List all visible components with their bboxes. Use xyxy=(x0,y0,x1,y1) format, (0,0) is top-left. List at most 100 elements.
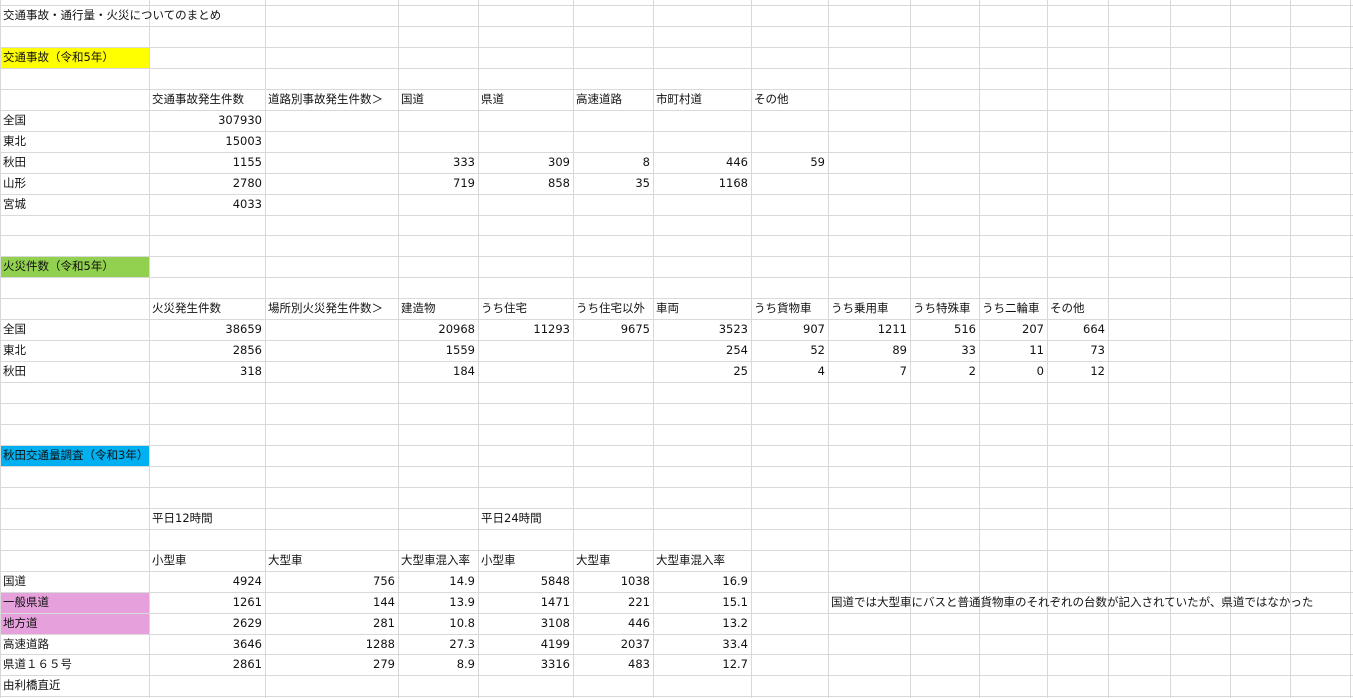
column-header[interactable]: 車両 xyxy=(653,298,751,319)
column-header[interactable]: 大型車混入率 xyxy=(398,550,478,571)
spreadsheet-grid[interactable]: 交通事故・通行量・火災についてのまとめ 交通事故（令和5年） 交通事故発生件数 道路別… xyxy=(0,0,1353,698)
data-cell[interactable]: 33 xyxy=(910,340,979,361)
data-cell[interactable]: 221 xyxy=(573,592,653,613)
data-cell[interactable]: 8.9 xyxy=(398,654,478,675)
row-label[interactable]: 秋田 xyxy=(0,152,149,173)
data-cell[interactable]: 15.1 xyxy=(653,592,751,613)
data-cell[interactable]: 35 xyxy=(573,173,653,194)
data-cell[interactable]: 333 xyxy=(398,152,478,173)
data-cell[interactable]: 1168 xyxy=(653,173,751,194)
column-header[interactable]: 交通事故発生件数 xyxy=(149,89,265,110)
row-label[interactable]: 由利橋直近 xyxy=(0,675,149,696)
data-cell[interactable]: 281 xyxy=(265,613,398,634)
column-header[interactable]: うち住宅 xyxy=(478,298,573,319)
row-label[interactable]: 全国 xyxy=(0,319,149,340)
data-cell[interactable]: 309 xyxy=(478,152,573,173)
column-header[interactable]: 国道 xyxy=(398,89,478,110)
row-label[interactable]: 高速道路 xyxy=(0,634,149,655)
column-header[interactable]: うち住宅以外 xyxy=(573,298,653,319)
data-cell[interactable]: 11 xyxy=(979,340,1047,361)
data-cell[interactable]: 14.9 xyxy=(398,571,478,592)
section-heading[interactable]: 火災件数（令和5年） xyxy=(0,256,149,277)
data-cell[interactable]: 279 xyxy=(265,654,398,675)
data-cell[interactable]: 5848 xyxy=(478,571,573,592)
column-header[interactable]: 市町村道 xyxy=(653,89,751,110)
data-cell[interactable]: 2629 xyxy=(149,613,265,634)
data-cell[interactable]: 318 xyxy=(149,361,265,382)
data-cell[interactable]: 719 xyxy=(398,173,478,194)
data-cell[interactable]: 516 xyxy=(910,319,979,340)
data-cell[interactable]: 4924 xyxy=(149,571,265,592)
column-header[interactable]: 道路別事故発生件数＞ xyxy=(265,89,398,110)
column-header[interactable]: 小型車 xyxy=(478,550,573,571)
column-header[interactable]: うち二輪車 xyxy=(979,298,1047,319)
row-label[interactable]: 一般県道 xyxy=(0,592,149,613)
row-label[interactable]: 宮城 xyxy=(0,194,149,215)
data-cell[interactable]: 0 xyxy=(979,361,1047,382)
data-cell[interactable]: 16.9 xyxy=(653,571,751,592)
data-cell[interactable]: 2780 xyxy=(149,173,265,194)
column-header[interactable]: 建造物 xyxy=(398,298,478,319)
data-cell[interactable]: 483 xyxy=(573,654,653,675)
column-header[interactable]: 小型車 xyxy=(149,550,265,571)
data-cell[interactable]: 73 xyxy=(1047,340,1108,361)
data-cell[interactable]: 907 xyxy=(751,319,828,340)
data-cell[interactable]: 25 xyxy=(653,361,751,382)
data-cell[interactable]: 3523 xyxy=(653,319,751,340)
data-cell[interactable]: 59 xyxy=(751,152,828,173)
data-cell[interactable]: 38659 xyxy=(149,319,265,340)
data-cell[interactable]: 1288 xyxy=(265,634,398,655)
column-header[interactable]: うち貨物車 xyxy=(751,298,828,319)
row-label[interactable]: 東北 xyxy=(0,131,149,152)
column-header[interactable]: うち乗用車 xyxy=(828,298,910,319)
data-cell[interactable]: 11293 xyxy=(478,319,573,340)
data-cell[interactable]: 89 xyxy=(828,340,910,361)
data-cell[interactable]: 33.4 xyxy=(653,634,751,655)
note-cell[interactable]: 国道では大型車にバスと普通貨物車のそれぞれの台数が記入されていたが、県道ではなか… xyxy=(828,592,1313,613)
data-cell[interactable]: 1261 xyxy=(149,592,265,613)
data-cell[interactable]: 10.8 xyxy=(398,613,478,634)
period-label[interactable]: 平日24時間 xyxy=(478,508,573,529)
data-cell[interactable]: 184 xyxy=(398,361,478,382)
column-header[interactable]: 高速道路 xyxy=(573,89,653,110)
data-cell[interactable]: 4033 xyxy=(149,194,265,215)
column-header[interactable]: うち特殊車 xyxy=(910,298,979,319)
column-header[interactable]: その他 xyxy=(1047,298,1108,319)
data-cell[interactable]: 8 xyxy=(573,152,653,173)
data-cell[interactable]: 2861 xyxy=(149,654,265,675)
data-cell[interactable]: 20968 xyxy=(398,319,478,340)
data-cell[interactable]: 2037 xyxy=(573,634,653,655)
column-header[interactable]: 大型車 xyxy=(265,550,398,571)
column-header[interactable]: 県道 xyxy=(478,89,573,110)
row-label[interactable]: 山形 xyxy=(0,173,149,194)
data-cell[interactable]: 1471 xyxy=(478,592,573,613)
data-cell[interactable]: 307930 xyxy=(149,110,265,131)
column-header[interactable]: 場所別火災発生件数＞ xyxy=(265,298,398,319)
column-header[interactable]: 大型車 xyxy=(573,550,653,571)
data-cell[interactable]: 1559 xyxy=(398,340,478,361)
data-cell[interactable]: 13.2 xyxy=(653,613,751,634)
data-cell[interactable]: 3108 xyxy=(478,613,573,634)
data-cell[interactable]: 3646 xyxy=(149,634,265,655)
data-cell[interactable]: 446 xyxy=(653,152,751,173)
row-label[interactable]: 地方道 xyxy=(0,613,149,634)
data-cell[interactable]: 15003 xyxy=(149,131,265,152)
data-cell[interactable]: 254 xyxy=(653,340,751,361)
data-cell[interactable]: 12 xyxy=(1047,361,1108,382)
row-label[interactable]: 秋田 xyxy=(0,361,149,382)
column-header[interactable]: 大型車混入率 xyxy=(653,550,751,571)
section-heading[interactable]: 秋田交通量調査（令和3年） xyxy=(0,445,149,466)
data-cell[interactable]: 756 xyxy=(265,571,398,592)
section-heading[interactable]: 交通事故（令和5年） xyxy=(0,47,149,68)
data-cell[interactable]: 9675 xyxy=(573,319,653,340)
data-cell[interactable]: 2 xyxy=(910,361,979,382)
row-label[interactable]: 国道 xyxy=(0,571,149,592)
data-cell[interactable]: 7 xyxy=(828,361,910,382)
data-cell[interactable]: 144 xyxy=(265,592,398,613)
row-label[interactable]: 全国 xyxy=(0,110,149,131)
column-header[interactable]: その他 xyxy=(751,89,828,110)
data-cell[interactable]: 446 xyxy=(573,613,653,634)
data-cell[interactable]: 52 xyxy=(751,340,828,361)
data-cell[interactable]: 27.3 xyxy=(398,634,478,655)
data-cell[interactable]: 858 xyxy=(478,173,573,194)
